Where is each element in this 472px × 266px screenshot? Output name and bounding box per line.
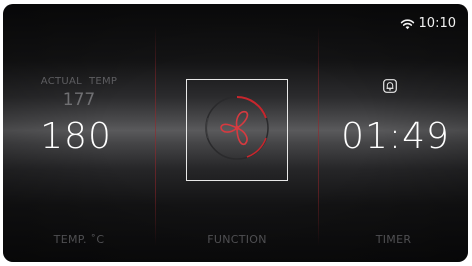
- timer-label: TIMER: [375, 233, 412, 246]
- timer-panel[interactable]: 01:49 TIMER: [319, 4, 468, 262]
- fan-heating-icon: [202, 93, 272, 167]
- timer-value[interactable]: 01:49: [321, 116, 468, 157]
- function-label: FUNCTION: [207, 233, 267, 246]
- temperature-panel[interactable]: ACTUAL TEMP 177 180 TEMP. ˚C: [3, 4, 155, 262]
- set-temp-value[interactable]: 180: [3, 116, 152, 157]
- function-panel[interactable]: FUNCTION: [156, 4, 318, 262]
- actual-temp-value: 177: [62, 90, 96, 110]
- oven-display-screen: 10:10 ACTUAL TEMP 177 180 TEMP. ˚C FUNCT…: [3, 4, 468, 262]
- bell-icon[interactable]: [383, 78, 397, 93]
- actual-temp-label: ACTUAL TEMP: [40, 76, 118, 87]
- function-selector-button[interactable]: [186, 79, 288, 181]
- temp-label: TEMP. ˚C: [53, 233, 105, 246]
